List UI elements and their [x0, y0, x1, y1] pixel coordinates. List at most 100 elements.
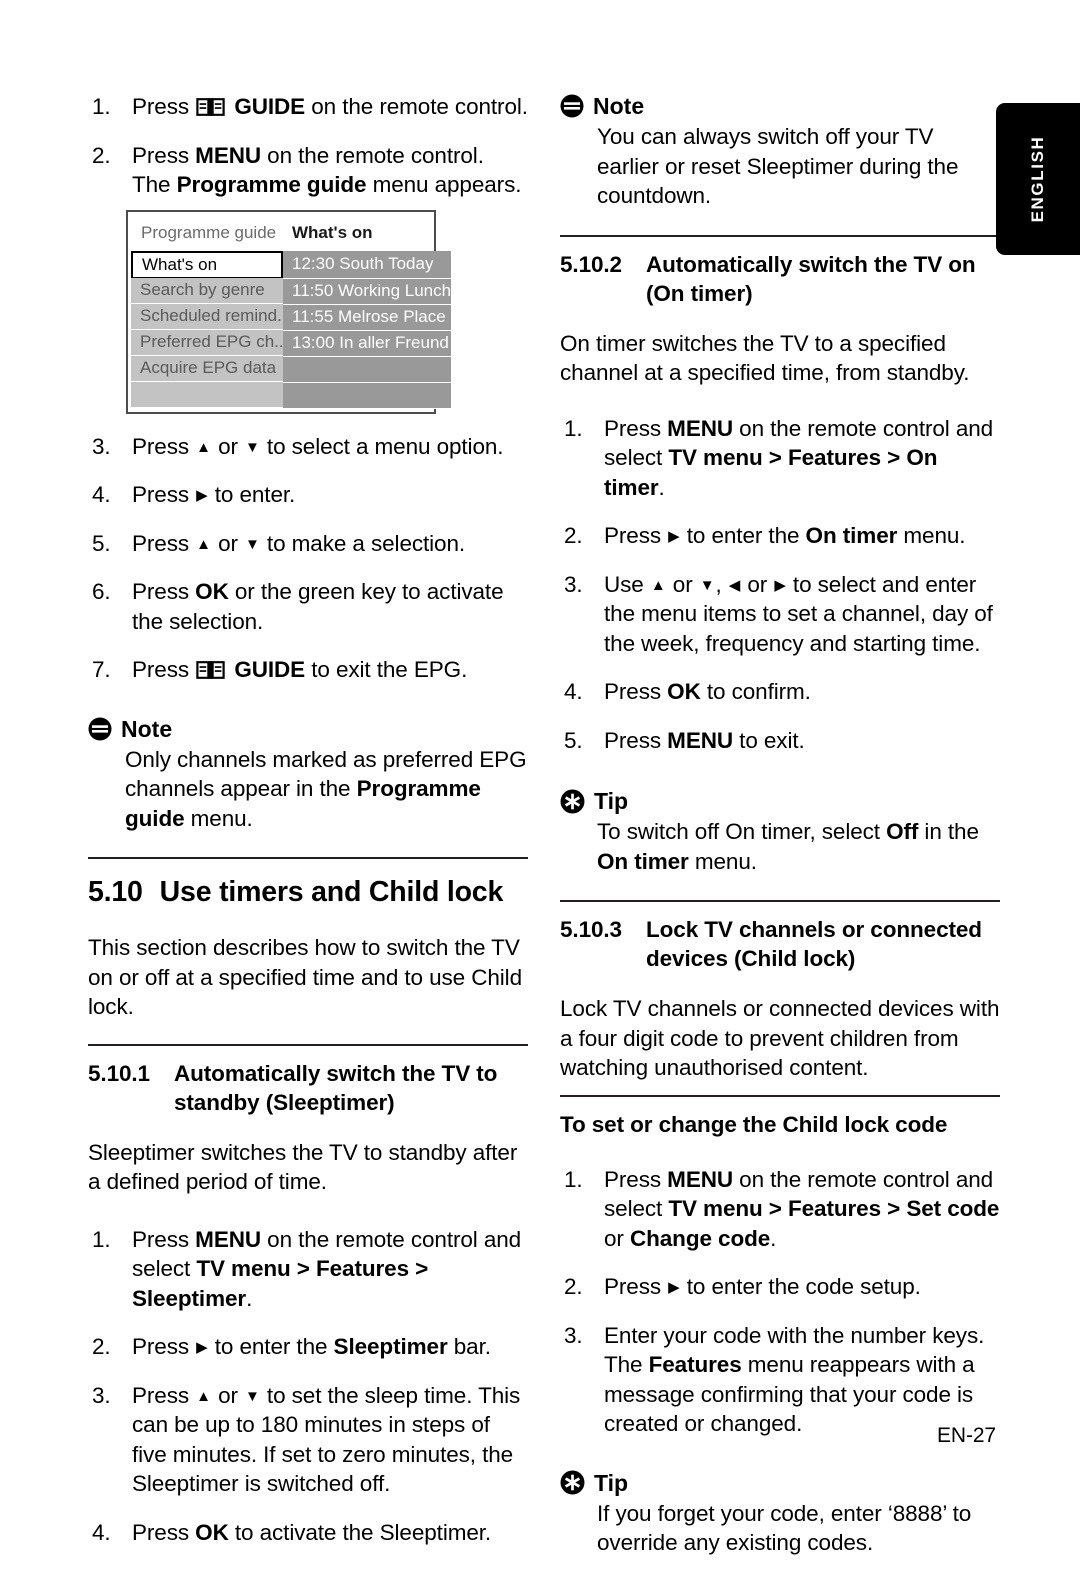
section-title-line1: Lock TV channels or connected	[646, 917, 982, 942]
tv-menu-list: What's on Search by genre Scheduled remi…	[131, 250, 283, 409]
tv-menu-item-scheduled-reminders[interactable]: Scheduled remind...	[131, 303, 283, 330]
step-number: 3.	[564, 1322, 583, 1348]
note-title: Note	[593, 93, 645, 119]
tv-menu-body: What's on Search by genre Scheduled remi…	[131, 250, 452, 409]
section-number: 5.10.3	[560, 917, 622, 942]
section-5101-intro: Sleeptimer switches the TV to standby af…	[88, 1139, 518, 1195]
section-title: Use timers and Child lock	[159, 876, 504, 908]
list-item: 1. Press GUIDE on the remote control.	[88, 92, 528, 122]
step-number: 7.	[92, 657, 111, 682]
divider	[560, 234, 1000, 237]
step-text: Press ▲ or ▼ to select a menu option.	[132, 433, 504, 459]
tip-callout-header: Tip	[560, 1469, 1000, 1497]
step-number: 1.	[92, 94, 111, 119]
page-title-510: 5.10 Use timers and Child lock	[88, 875, 528, 909]
section-title-line2: devices (Child lock)	[646, 946, 856, 971]
section-title-line1: Automatically switch the TV to	[174, 1060, 498, 1086]
step-text: Press GUIDE on the remote control.	[132, 94, 528, 119]
step-number: 2.	[92, 1334, 111, 1359]
step-text: Press ▶ to enter the On timer menu.	[604, 523, 966, 548]
tv-menu-item-search-by-genre[interactable]: Search by genre	[131, 277, 283, 304]
list-item: 3. Press ▲ or ▼ to set the sleep time. T…	[88, 1381, 528, 1499]
step-text: Use ▲ or ▼, ◀ or ▶ to select and enter t…	[604, 571, 993, 656]
step-number: 4.	[92, 1519, 111, 1545]
step-number: 1.	[92, 1226, 111, 1252]
step-text: Press ▶ to enter the Sleeptimer bar.	[132, 1334, 491, 1359]
page-footer: EN-27	[936, 1424, 996, 1447]
heading-child-lock-code: To set or change the Child lock code	[560, 1111, 948, 1137]
step-text: Press ▶ to enter.	[132, 482, 296, 507]
guide-book-icon	[196, 98, 225, 116]
list-item: 3. Use ▲ or ▼, ◀ or ▶ to select and ente…	[560, 570, 1000, 659]
tv-programme-item-empty	[283, 382, 452, 409]
section-number: 5.10.2	[560, 251, 622, 277]
step-number: 3.	[92, 1382, 111, 1408]
child-lock-code-steps: 1. Press MENU on the remote control and …	[560, 1165, 1000, 1439]
tv-programme-list: 12:30 South Today 11:50 Working Lunch 11…	[283, 250, 452, 409]
tv-menu-item-whats-on[interactable]: What's on	[131, 250, 283, 279]
step-text: Press GUIDE to exit the EPG.	[132, 657, 468, 682]
tip-icon	[560, 1470, 585, 1495]
step-text: Press MENU on the remote control and sel…	[604, 415, 994, 500]
tv-menu-item-empty	[131, 381, 283, 408]
left-column: 1. Press GUIDE on the remote control. 2.…	[88, 92, 528, 1557]
list-item: 3. Press ▲ or ▼ to select a menu option.	[88, 432, 528, 462]
note-icon	[88, 717, 112, 740]
step-number: 4.	[92, 482, 111, 507]
step-text: Press MENU on the remote control and sel…	[132, 1226, 522, 1311]
epg-steps-top: 1. Press GUIDE on the remote control. 2.…	[88, 92, 528, 200]
note-icon	[560, 94, 584, 118]
tip-icon	[560, 789, 585, 813]
tip-body: To switch off On timer, select Off in th…	[597, 819, 979, 874]
step-text: Press ▲ or ▼ to make a selection.	[132, 530, 466, 556]
section-title-line2: standby (Sleeptimer)	[174, 1089, 395, 1115]
on-timer-steps: 1. Press MENU on the remote control and …	[560, 414, 1000, 756]
note-body: Only channels marked as preferred EPG ch…	[125, 746, 527, 831]
section-title-line2: (On timer)	[646, 280, 753, 306]
step-number: 3.	[92, 433, 111, 459]
list-item: 4. Press OK to activate the Sleeptimer.	[88, 1518, 528, 1548]
step-number: 4.	[564, 679, 583, 704]
tv-menu-item-preferred-epg[interactable]: Preferred EPG ch...	[131, 329, 283, 356]
list-item: 2. Press ▶ to enter the Sleeptimer bar.	[88, 1332, 528, 1362]
divider	[88, 857, 528, 859]
tv-menu-title-right: What's on	[292, 222, 373, 242]
tip-body: If you forget your code, enter ‘8888’ to…	[597, 1500, 972, 1556]
list-item: 2. Press MENU on the remote control. The…	[88, 141, 528, 200]
step-text: Press OK or the green key to activate th…	[132, 579, 504, 634]
section-title-line1: Automatically switch the TV on	[646, 251, 976, 277]
step-text: Press MENU on the remote control. The Pr…	[132, 142, 522, 198]
note-callout-sleeptimer: Note You can always switch off your TV e…	[560, 92, 1000, 211]
step-number: 1.	[564, 415, 583, 441]
tv-menu-title-left: Programme guide	[141, 222, 277, 242]
list-item: 7. Press GUIDE to exit the EPG.	[88, 655, 528, 685]
note-callout-header: Note	[88, 715, 528, 743]
step-text: Press ▶ to enter the code setup.	[604, 1274, 921, 1299]
step-text: Press ▲ or ▼ to set the sleep time. This…	[132, 1382, 521, 1497]
tv-menu-titlebar: Programme guide What's on	[131, 214, 431, 251]
step-text: Press MENU on the remote control and sel…	[604, 1166, 1000, 1251]
heading-5101: 5.10.1 Automatically switch the TV to st…	[88, 1059, 528, 1117]
note-callout-header: Note	[560, 92, 1000, 120]
tip-callout-on-timer: Tip To switch off On timer, select Off i…	[560, 787, 1000, 876]
step-text: Press MENU to exit.	[604, 727, 805, 753]
language-tab: ENGLISH	[996, 103, 1080, 255]
list-item: 1. Press MENU on the remote control and …	[560, 414, 1000, 503]
manual-page: 1. Press GUIDE on the remote control. 2.…	[0, 0, 1080, 1555]
step-number: 5.	[92, 530, 111, 556]
tv-programme-item[interactable]: 13:00 In aller Freund	[283, 330, 452, 357]
divider	[88, 1043, 528, 1046]
list-item: 3. Enter your code with the number keys.…	[560, 1321, 1000, 1439]
tv-programme-item[interactable]: 12:30 South Today	[283, 250, 452, 279]
step-text: Press OK to confirm.	[604, 679, 811, 704]
tip-title: Tip	[594, 1469, 629, 1496]
sleeptimer-steps: 1. Press MENU on the remote control and …	[88, 1225, 528, 1548]
tv-programme-item[interactable]: 11:50 Working Lunch	[283, 278, 452, 305]
section-number: 5.10.1	[88, 1060, 150, 1086]
step-number: 2.	[564, 1274, 583, 1299]
section-5103-intro: Lock TV channels or connected devices wi…	[560, 996, 1000, 1080]
tv-menu-item-acquire-epg-data[interactable]: Acquire EPG data	[131, 355, 283, 382]
tv-programme-item[interactable]: 11:55 Melrose Place	[283, 304, 452, 331]
note-callout-epg: Note Only channels marked as preferred E…	[88, 715, 528, 834]
step-number: 5.	[564, 727, 583, 753]
